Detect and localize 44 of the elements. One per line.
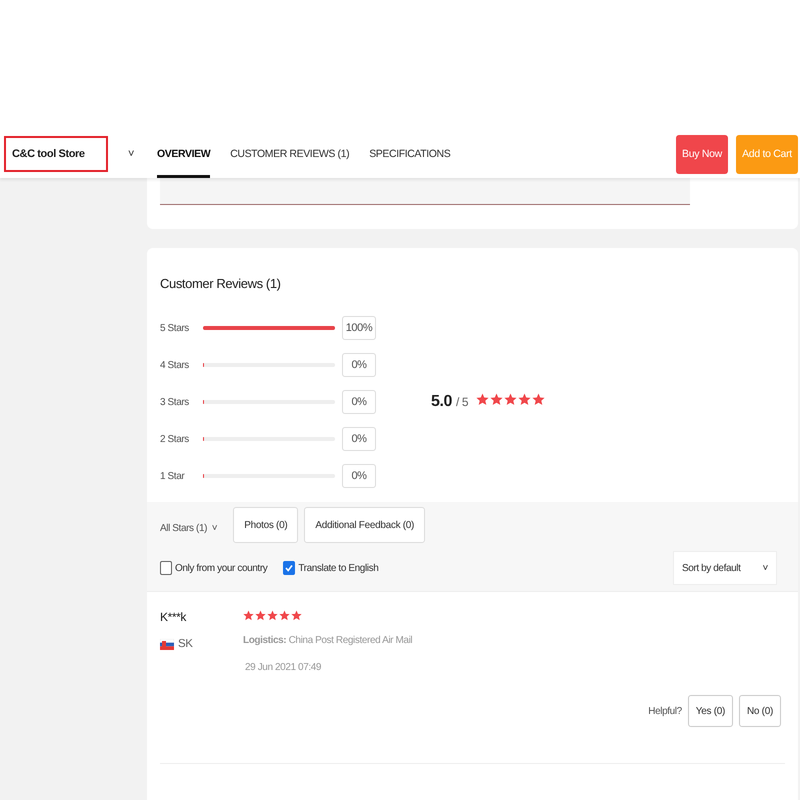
logistics-text: Logistics: China Post Registered Air Mail bbox=[243, 635, 414, 646]
helpful-label: Helpful? bbox=[648, 706, 682, 716]
stars-dropdown[interactable]: All Stars (1) ˅ bbox=[160, 516, 218, 534]
filter-button[interactable]: Photos (0) bbox=[233, 507, 298, 543]
percent-badge: 100% bbox=[342, 316, 376, 340]
no-button[interactable]: No (0) bbox=[739, 695, 781, 727]
rating-label: 5 Stars bbox=[160, 322, 190, 334]
checkbox-label[interactable]: Only from your country bbox=[175, 562, 268, 574]
rating-label: 1 Star bbox=[160, 470, 186, 482]
star-icon bbox=[243, 610, 254, 621]
tab[interactable]: SPECIFICATIONS bbox=[369, 130, 450, 178]
percent-badge: 0% bbox=[342, 353, 376, 377]
score-scale: / 5 bbox=[456, 395, 468, 409]
filter-button[interactable]: Additional Feedback (0) bbox=[304, 507, 426, 543]
star-icon bbox=[532, 393, 546, 406]
checkbox[interactable] bbox=[160, 561, 172, 575]
review-date: 29 Jun 2021 07:49 bbox=[245, 662, 322, 673]
star-icon bbox=[279, 610, 290, 621]
rating-label: 3 Stars bbox=[160, 396, 190, 408]
checkbox-label[interactable]: Translate to English bbox=[298, 562, 378, 574]
star-icon bbox=[291, 610, 302, 621]
reviewer-name: K***k bbox=[160, 610, 188, 624]
star-icon bbox=[267, 610, 278, 621]
average-score: 5.0 bbox=[431, 393, 452, 411]
store-name[interactable]: C&C tool Store bbox=[4, 136, 108, 172]
flag-icon bbox=[160, 638, 174, 650]
caret-icon[interactable]: ˅ bbox=[128, 148, 134, 160]
tab[interactable]: CUSTOMER REVIEWS (1) bbox=[230, 130, 350, 178]
rating-label: 2 Stars bbox=[160, 434, 190, 444]
buy-now-button[interactable]: Buy Now bbox=[676, 134, 728, 174]
sort-dropdown[interactable]: Sort by default ˅ bbox=[673, 551, 777, 585]
section-title: Customer Reviews (1) bbox=[159, 275, 282, 293]
yes-button[interactable]: Yes (0) bbox=[688, 695, 734, 727]
percent-badge: 0% bbox=[342, 390, 376, 414]
checkbox[interactable] bbox=[283, 561, 296, 575]
star-icon bbox=[518, 393, 532, 406]
rating-label: 4 Stars bbox=[160, 360, 190, 370]
star-icon bbox=[490, 393, 504, 406]
percent-badge: 0% bbox=[342, 464, 376, 488]
country-code: SK bbox=[178, 638, 193, 650]
percent-badge: 0% bbox=[342, 427, 376, 451]
star-icon bbox=[504, 393, 518, 406]
star-icon bbox=[255, 610, 266, 621]
star-icon bbox=[476, 393, 490, 406]
